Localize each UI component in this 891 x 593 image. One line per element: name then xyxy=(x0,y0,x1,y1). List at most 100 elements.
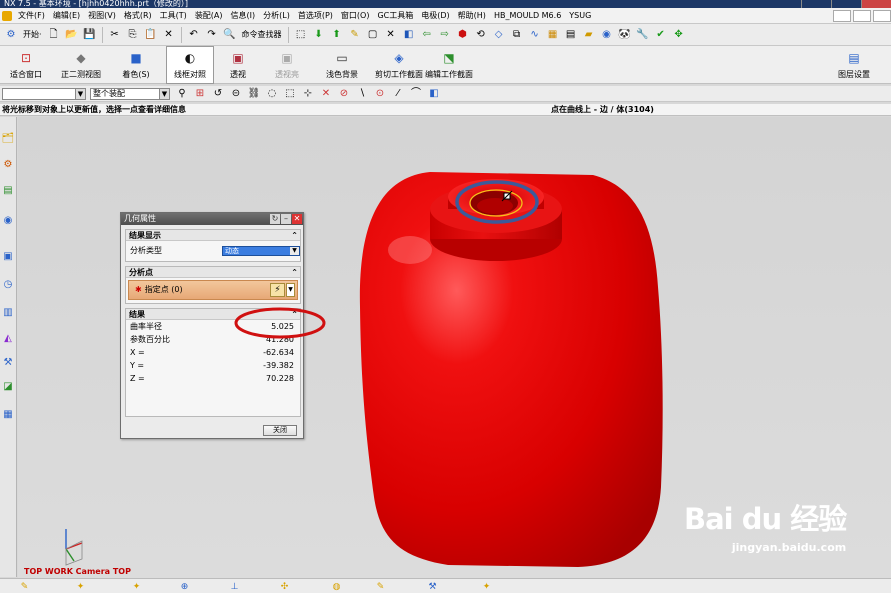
type-filter-select[interactable]: ▼ xyxy=(2,87,86,100)
menubar-minimize-button[interactable] xyxy=(833,9,851,22)
view-cube-icon[interactable]: ◧ xyxy=(426,86,442,102)
chamfer-tool-icon[interactable]: ✎ xyxy=(374,580,387,593)
dialog-close-icon[interactable]: ✕ xyxy=(292,214,302,224)
selection-mode-icon[interactable]: ⬚ xyxy=(293,27,309,43)
line-icon[interactable]: ⁄ xyxy=(390,86,406,102)
history-icon[interactable]: ◷ xyxy=(1,277,15,291)
select-icon[interactable]: ↺ xyxy=(210,86,226,102)
chain-icon[interactable]: ⛓ xyxy=(246,86,262,102)
shading-button[interactable]: ■ 着色(S) xyxy=(116,46,156,84)
endpoint-icon[interactable]: ✕ xyxy=(318,86,334,102)
menubar-restore-button[interactable] xyxy=(853,9,871,22)
x-icon[interactable]: ✕ xyxy=(383,27,399,43)
menubar-close-button[interactable] xyxy=(873,9,891,22)
cut-icon[interactable]: ✂ xyxy=(107,27,123,43)
close-window-button[interactable] xyxy=(861,0,891,8)
start-button[interactable]: 开始· xyxy=(23,29,42,40)
extrude-tool-icon[interactable]: ✦ xyxy=(74,580,87,593)
copy-icon[interactable]: ⎘ xyxy=(125,27,141,43)
lasso-icon[interactable]: ◌ xyxy=(264,86,280,102)
menu-assembly[interactable]: 装配(A) xyxy=(191,8,227,24)
minimize-button[interactable] xyxy=(801,0,831,8)
new-file-icon[interactable]: 🗋 xyxy=(46,27,62,43)
revolve-tool-icon[interactable]: ✦ xyxy=(130,580,143,593)
command-finder-button[interactable]: 命令查找器 xyxy=(242,29,282,40)
pattern-tool-icon[interactable]: ✦ xyxy=(480,580,493,593)
layer-settings-button[interactable]: ▤ 图层设置 xyxy=(836,46,872,84)
part-navigator-icon[interactable]: ▤ xyxy=(1,183,15,197)
solid-icon[interactable]: ⬢ xyxy=(455,27,471,43)
see-through-button[interactable]: ▣ 透视亮 xyxy=(270,46,304,84)
manufacturing-wizard-icon[interactable]: ⚒ xyxy=(1,355,15,369)
system-materials-icon[interactable]: ▥ xyxy=(1,305,15,319)
clip-section-button[interactable]: ◈ 剪切工作截面 xyxy=(375,46,423,84)
undo-icon[interactable]: ↶ xyxy=(186,27,202,43)
back-arrow-icon[interactable]: ⇦ xyxy=(419,27,435,43)
move-icon[interactable]: ✥ xyxy=(671,27,687,43)
light-background-button[interactable]: ▭ 浅色背景 xyxy=(322,46,362,84)
web-browser-icon[interactable]: ◉ xyxy=(1,213,15,227)
chevron-down-icon[interactable]: ▼ xyxy=(286,283,295,297)
specify-point-row[interactable]: ✱ 指定点 (0) ⚡ ▼ xyxy=(128,280,298,300)
render-icon[interactable]: ◉ xyxy=(599,27,615,43)
restore-button[interactable] xyxy=(831,0,861,8)
reuse-library-icon[interactable]: ▣ xyxy=(1,249,15,263)
sketch-icon[interactable]: ✎ xyxy=(347,27,363,43)
process-studio-icon[interactable]: ◭ xyxy=(1,331,15,345)
dialog-minimize-icon[interactable]: – xyxy=(281,214,291,224)
palette-icon[interactable]: ▦ xyxy=(545,27,561,43)
hole-tool-icon[interactable]: ⊕ xyxy=(178,580,191,593)
snap-point-icon[interactable]: ⊞ xyxy=(192,86,208,102)
menu-window[interactable]: 窗口(O) xyxy=(337,8,374,24)
dialog-titlebar[interactable]: 几何属性 ↻ – ✕ xyxy=(121,213,303,225)
palette-navigator-icon[interactable]: ▦ xyxy=(1,407,15,421)
rotate-icon[interactable]: ⟲ xyxy=(473,27,489,43)
menu-format[interactable]: 格式(R) xyxy=(120,8,156,24)
menu-hb-mould[interactable]: HB_MOULD M6.6 xyxy=(490,8,565,24)
grid-icon[interactable]: ▤ xyxy=(563,27,579,43)
layer-icon[interactable]: ◧ xyxy=(401,27,417,43)
fit-window-button[interactable]: ⊡ 适合窗口 xyxy=(6,46,46,84)
result-display-header[interactable]: 结果显示 ⌃ xyxy=(126,230,300,241)
collapse-icon[interactable]: ⌃ xyxy=(291,267,298,278)
menu-gc-toolkit[interactable]: GC工具箱 xyxy=(373,8,417,24)
menu-help[interactable]: 帮助(H) xyxy=(454,8,490,24)
menu-analysis[interactable]: 分析(L) xyxy=(259,8,294,24)
menu-preferences[interactable]: 首选项(P) xyxy=(294,8,337,24)
edge-blend-tool-icon[interactable]: ◍ xyxy=(330,580,343,593)
curve-point-icon[interactable]: ⌒ xyxy=(408,86,424,102)
check-icon[interactable]: ✔ xyxy=(653,27,669,43)
snap-up-icon[interactable]: ⬆ xyxy=(329,27,345,43)
window-icon[interactable]: ▢ xyxy=(365,27,381,43)
sketch-tool-icon[interactable]: ✎ xyxy=(18,580,31,593)
edit-section-button[interactable]: ⬔ 编辑工作截面 xyxy=(425,46,473,84)
curve-icon[interactable]: ∿ xyxy=(527,27,543,43)
datum-tool-icon[interactable]: ⊥ xyxy=(228,580,241,593)
close-button[interactable]: 关闭 xyxy=(263,425,297,436)
paste-icon[interactable]: 📋 xyxy=(143,27,159,43)
menu-edit[interactable]: 编辑(E) xyxy=(49,8,84,24)
forward-arrow-icon[interactable]: ⇨ xyxy=(437,27,453,43)
analysis-type-select[interactable]: 动态 ▼ xyxy=(222,246,300,256)
wireframe-compare-button[interactable]: ◐ 线框对照 xyxy=(166,46,214,84)
analysis-point-header[interactable]: 分析点 ⌃ xyxy=(126,267,300,278)
menu-tools[interactable]: 工具(T) xyxy=(156,8,191,24)
roles-icon[interactable]: ◪ xyxy=(1,379,15,393)
menu-ysug[interactable]: YSUG xyxy=(565,8,595,24)
menu-file[interactable]: 文件(F) xyxy=(14,8,49,24)
menu-view[interactable]: 视图(V) xyxy=(84,8,120,24)
menu-info[interactable]: 信息(I) xyxy=(227,8,260,24)
dialog-reset-icon[interactable]: ↻ xyxy=(270,214,280,224)
measure-icon[interactable]: ◇ xyxy=(491,27,507,43)
trim-tool-icon[interactable]: ⚒ xyxy=(426,580,439,593)
assembly-scope-select[interactable]: 整个装配 ▼ xyxy=(90,87,170,100)
delete-icon[interactable]: ✕ xyxy=(161,27,177,43)
redo-icon[interactable]: ↷ xyxy=(204,27,220,43)
point-picker-icon[interactable]: ⚡ xyxy=(270,283,285,297)
filter-icon[interactable]: ⚲ xyxy=(174,86,190,102)
assembly-navigator-icon[interactable]: 🗂 xyxy=(1,131,15,145)
wrench-icon[interactable]: 🔧 xyxy=(635,27,651,43)
save-icon[interactable]: 💾 xyxy=(82,27,98,43)
point-icon[interactable]: ⊹ xyxy=(300,86,316,102)
deselect-icon[interactable]: ⊝ xyxy=(228,86,244,102)
